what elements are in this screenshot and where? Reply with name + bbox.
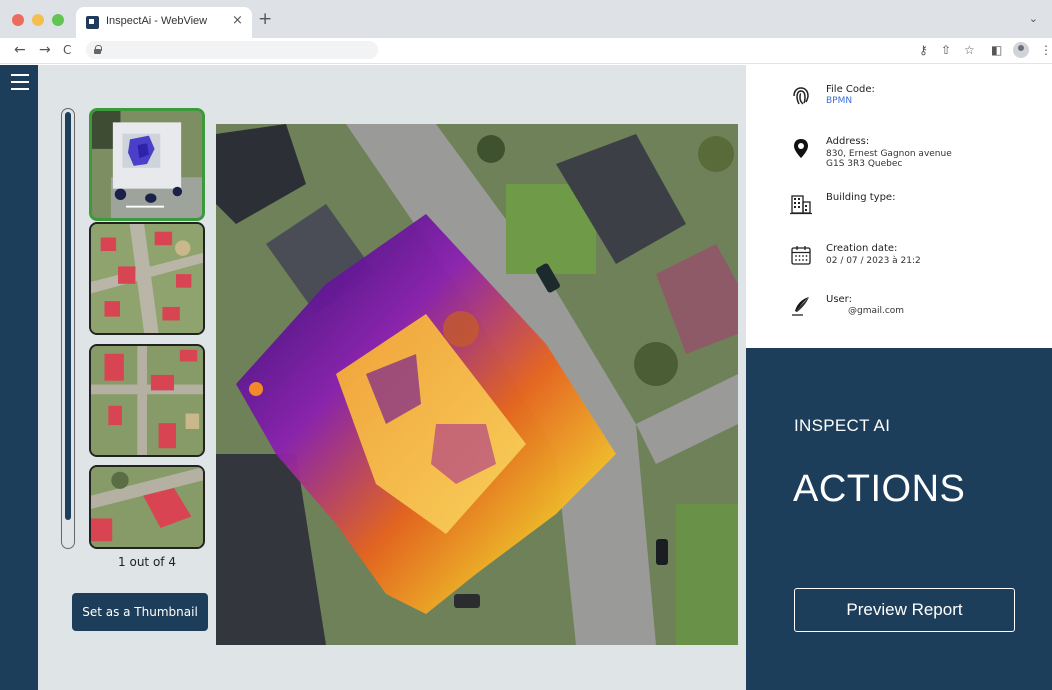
- tab-search-chevron-icon[interactable]: ⌄: [1029, 12, 1038, 25]
- user-email-value: @gmail.com: [848, 306, 905, 316]
- forward-button[interactable]: →: [39, 42, 51, 58]
- new-tab-button[interactable]: +: [258, 11, 272, 28]
- maximize-window-button[interactable]: [52, 14, 64, 26]
- close-window-button[interactable]: [12, 14, 24, 26]
- user-label: User:: [826, 294, 852, 305]
- side-panel-icon[interactable]: ◧: [991, 43, 1002, 57]
- file-code-label: File Code:: [826, 84, 875, 95]
- address-line-2: G1S 3R3 Quebec: [826, 159, 903, 169]
- browser-tab[interactable]: InspectAi - WebView ×: [76, 7, 252, 38]
- brand-name: INSPECT AI: [794, 416, 891, 435]
- creation-date-value: 02 / 07 / 2023 à 21:2: [826, 256, 921, 266]
- file-code-value: BPMN: [826, 96, 853, 106]
- preview-report-button[interactable]: Preview Report: [794, 588, 1015, 632]
- browser-toolbar: ← → C ⚷ ⇧ ☆ ◧ ⋮: [0, 38, 1052, 64]
- more-menu-icon[interactable]: ⋮: [1040, 43, 1052, 57]
- reload-button[interactable]: C: [63, 42, 71, 58]
- thumbnail-4[interactable]: [89, 465, 205, 549]
- location-pin-icon: [794, 139, 808, 158]
- thermal-aerial-image[interactable]: [216, 124, 738, 645]
- inspectai-favicon-icon: [86, 16, 99, 29]
- address-label: Address:: [826, 136, 870, 147]
- share-icon[interactable]: ⇧: [941, 43, 951, 57]
- actions-heading: ACTIONS: [793, 468, 966, 510]
- thumbnail-3-image: [91, 346, 203, 455]
- building-type-label: Building type:: [826, 192, 896, 203]
- back-button[interactable]: ←: [14, 42, 26, 58]
- address-bar[interactable]: [86, 41, 378, 59]
- creation-date-label: Creation date:: [826, 243, 898, 254]
- bookmark-star-icon[interactable]: ☆: [964, 43, 975, 57]
- hamburger-menu-icon[interactable]: [11, 74, 29, 90]
- thermal-aerial-image-canvas: [216, 124, 738, 645]
- profile-avatar-icon[interactable]: [1013, 42, 1029, 58]
- calendar-icon: [791, 246, 811, 265]
- thumbnail-1[interactable]: [89, 108, 205, 221]
- address-line-1: 830, Ernest Gagnon avenue: [826, 149, 952, 159]
- thumbnail-4-image: [91, 467, 203, 547]
- browser-tab-bar: InspectAi - WebView × + ⌄: [0, 0, 1052, 38]
- set-as-thumbnail-button[interactable]: Set as a Thumbnail: [72, 593, 208, 631]
- key-icon[interactable]: ⚷: [919, 43, 928, 57]
- quill-pen-icon: [792, 297, 809, 316]
- left-nav-bar: [0, 65, 38, 690]
- thumbnail-3[interactable]: [89, 344, 205, 457]
- thumbnail-1-image: [92, 111, 202, 218]
- thumbnail-scrollbar-thumb[interactable]: [65, 112, 71, 520]
- thumbnail-2-image: [91, 224, 203, 333]
- tab-title: InspectAi - WebView: [106, 15, 208, 27]
- thumbnail-2[interactable]: [89, 222, 205, 335]
- lock-icon: [94, 45, 102, 54]
- thumbnail-counter: 1 out of 4: [118, 555, 176, 569]
- file-info-panel: File Code: BPMN Address: 830, Ernest Gag…: [746, 65, 1052, 348]
- minimize-window-button[interactable]: [32, 14, 44, 26]
- building-icon: [790, 195, 812, 215]
- thumbnail-scrollbar[interactable]: [61, 108, 75, 549]
- fingerprint-icon: [793, 87, 809, 105]
- actions-panel: INSPECT AI ACTIONS Preview Report: [746, 348, 1052, 690]
- tab-close-icon[interactable]: ×: [232, 13, 243, 28]
